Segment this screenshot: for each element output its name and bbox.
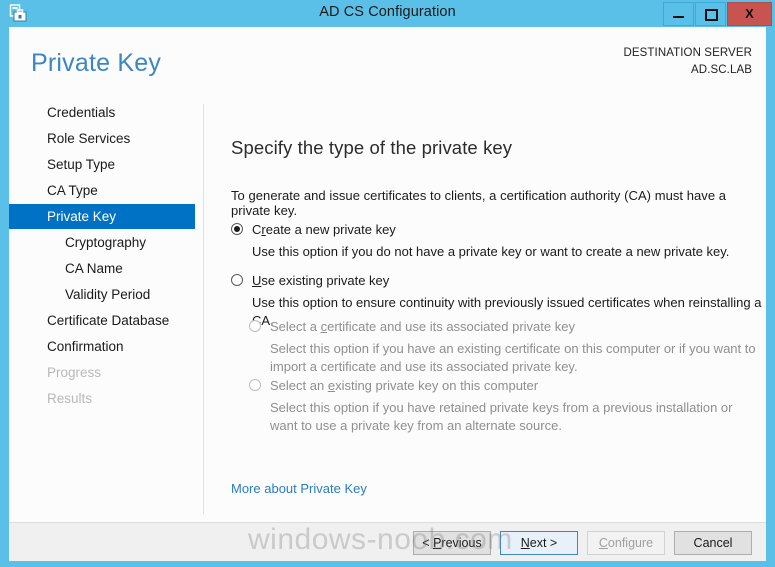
window-title: AD CS Configuration [319, 4, 456, 20]
close-icon: X [745, 6, 754, 21]
option-create-new-private-key[interactable]: Create a new private key Use this option… [231, 221, 729, 261]
wizard-buttons: < Previous Next > Configure Cancel [404, 531, 752, 555]
sidebar-item-certificate-database[interactable]: Certificate Database [9, 308, 195, 333]
option-select-certificate-label: Select a certificate and use its associa… [270, 319, 575, 334]
client-area: Private Key DESTINATION SERVER AD.SC.LAB… [9, 27, 766, 561]
option-select-certificate-row: Select a certificate and use its associa… [249, 318, 762, 336]
sidebar-item-cryptography[interactable]: Cryptography [9, 230, 195, 255]
option-select-existing-key-label: Select an existing private key on this c… [270, 378, 539, 393]
sidebar-item-confirmation[interactable]: Confirmation [9, 334, 195, 359]
minimize-button[interactable] [663, 2, 694, 26]
option-select-certificate: Select a certificate and use its associa… [249, 318, 762, 376]
close-button[interactable]: X [727, 2, 772, 26]
configure-button: Configure [587, 531, 665, 555]
maximize-icon [705, 9, 718, 21]
radio-select-certificate [249, 320, 261, 332]
ad-cs-configuration-window: AD CS Configuration X Private Key DESTIN… [0, 0, 775, 567]
main-content: Specify the type of the private key To g… [204, 100, 766, 522]
option-use-existing-private-key-label: Use existing private key [252, 273, 390, 288]
wizard-navigation: Credentials Role Services Setup Type CA … [9, 100, 204, 522]
previous-button[interactable]: < Previous [413, 531, 491, 555]
more-about-private-key-link[interactable]: More about Private Key [231, 481, 367, 496]
option-select-certificate-description: Select this option if you have an existi… [270, 341, 756, 374]
page-header: Private Key DESTINATION SERVER AD.SC.LAB [9, 27, 766, 100]
option-create-new-private-key-description: Use this option if you do not have a pri… [252, 244, 730, 259]
minimize-icon [673, 16, 684, 18]
sidebar-item-results: Results [47, 391, 93, 406]
option-use-existing-private-key-row[interactable]: Use existing private key [231, 272, 762, 290]
sidebar-item-ca-name[interactable]: CA Name [9, 256, 195, 281]
sidebar-item-ca-type[interactable]: CA Type [9, 178, 195, 203]
radio-create-new-private-key[interactable] [231, 223, 243, 235]
cancel-button[interactable]: Cancel [674, 531, 752, 555]
radio-use-existing-private-key[interactable] [231, 274, 243, 286]
sidebar-item-private-key[interactable]: Private Key [9, 204, 195, 229]
sidebar-item-credentials[interactable]: Credentials [9, 100, 195, 125]
sidebar-item-setup-type[interactable]: Setup Type [9, 152, 195, 177]
next-button[interactable]: Next > [500, 531, 578, 555]
radio-select-existing-key [249, 379, 261, 391]
sidebar-item-progress: Progress [47, 365, 102, 380]
destination-server-block: DESTINATION SERVER AD.SC.LAB [623, 45, 752, 79]
title-bar: AD CS Configuration X [0, 0, 775, 27]
destination-server-value: AD.SC.LAB [691, 64, 752, 76]
maximize-button[interactable] [695, 2, 726, 26]
option-create-new-private-key-row[interactable]: Create a new private key [231, 221, 729, 239]
content-heading: Specify the type of the private key [231, 137, 513, 158]
option-select-existing-key-row: Select an existing private key on this c… [249, 377, 762, 395]
footer-bar: < Previous Next > Configure Cancel [9, 523, 766, 561]
option-create-new-private-key-label: Create a new private key [252, 222, 396, 237]
option-select-existing-key: Select an existing private key on this c… [249, 377, 762, 435]
destination-server-label: DESTINATION SERVER [623, 47, 752, 59]
page-title: Private Key [31, 49, 162, 77]
window-controls: X [662, 2, 772, 26]
content-intro-text: To generate and issue certificates to cl… [231, 188, 727, 218]
sidebar-item-validity-period[interactable]: Validity Period [9, 282, 195, 307]
option-select-existing-key-description: Select this option if you have retained … [270, 400, 733, 433]
sidebar-item-role-services[interactable]: Role Services [9, 126, 195, 151]
